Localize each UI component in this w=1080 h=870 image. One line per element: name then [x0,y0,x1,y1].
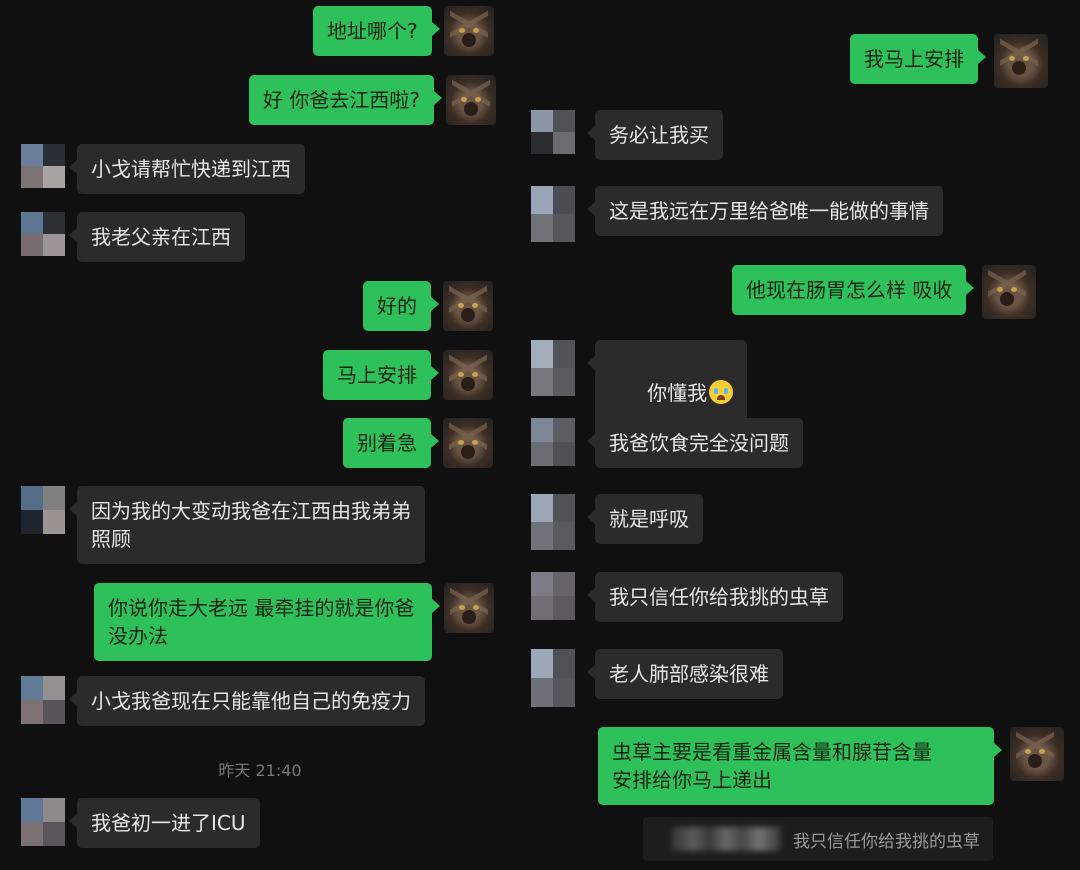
message-row: 小戈我爸现在只能靠他自己的免疫力 [21,676,425,726]
my-avatar[interactable] [443,281,493,331]
my-avatar[interactable] [444,583,494,633]
contact-avatar[interactable] [531,649,575,707]
message-row: 就是呼吸 [531,494,703,550]
message-bubble[interactable]: 马上安排 [323,350,439,400]
message-row: 我爸初一进了ICU [21,798,260,848]
quoted-text: 我只信任你给我挑的虫草 [793,831,980,852]
message-bubble[interactable]: 我只信任你给我挑的虫草 [587,572,843,622]
my-avatar[interactable] [445,75,496,125]
message-row: 别着急 [343,418,493,468]
message-row: 我老父亲在江西 [21,212,245,262]
contact-avatar[interactable] [21,212,65,256]
message-bubble[interactable]: 因为我的大变动我爸在江西由我弟弟 照顾 [69,486,425,564]
message-bubble[interactable]: 虫草主要是看重金属含量和腺苷含量 安排给你马上递出 [598,727,1002,805]
message-row: 我只信任你给我挑的虫草 [531,572,843,622]
my-avatar[interactable] [982,265,1037,319]
quoted-reply[interactable]: 我只信任你给我挑的虫草 [643,817,993,861]
contact-avatar[interactable] [531,186,575,242]
my-avatar[interactable] [443,418,493,468]
my-avatar[interactable] [443,350,493,400]
message-bubble[interactable]: 好 你爸去江西啦? [249,75,442,125]
message-row: 他现在肠胃怎么样 吸收 [732,265,1037,319]
message-row: 好 你爸去江西啦? [249,75,496,125]
message-bubble[interactable]: 就是呼吸 [587,494,703,544]
timestamp: 昨天 21:40 [218,761,302,780]
contact-avatar[interactable] [531,494,575,550]
my-avatar[interactable] [443,6,494,56]
contact-avatar[interactable] [531,110,575,154]
message-bubble[interactable]: 小戈请帮忙快递到江西 [69,144,305,194]
message-row: 马上安排 [323,350,493,400]
contact-avatar[interactable] [21,144,65,188]
crying-face-icon [709,380,734,404]
message-row: 我爸饮食完全没问题 [531,418,803,468]
my-avatar[interactable] [1010,727,1064,781]
message-row: 因为我的大变动我爸在江西由我弟弟 照顾 [21,486,425,564]
message-bubble[interactable]: 我爸饮食完全没问题 [587,418,803,468]
message-row: 好的 [363,281,493,331]
message-row: 虫草主要是看重金属含量和腺苷含量 安排给你马上递出 [598,727,1064,805]
message-bubble[interactable]: 地址哪个? [313,6,440,56]
message-bubble[interactable]: 好的 [363,281,439,331]
blurred-name [671,827,781,851]
contact-avatar[interactable] [531,340,575,396]
contact-avatar[interactable] [21,676,65,724]
message-row: 这是我远在万里给爸唯一能做的事情 [531,186,943,242]
right-chat-column: 我马上安排 务必让我买 这是我远在万里给爸唯一能做的事情 他现在肠胃怎么样 吸收… [525,0,1080,870]
message-row: 我马上安排 [850,34,1048,88]
message-bubble[interactable]: 老人肺部感染很难 [587,649,783,699]
message-row: 你说你走大老远 最牵挂的就是你爸 没办法 [94,583,494,661]
my-avatar[interactable] [994,34,1048,88]
message-row: 老人肺部感染很难 [531,649,783,707]
message-row: 地址哪个? [313,6,494,56]
message-bubble[interactable]: 他现在肠胃怎么样 吸收 [732,265,975,315]
message-bubble[interactable]: 小戈我爸现在只能靠他自己的免疫力 [69,676,425,726]
message-bubble[interactable]: 我爸初一进了ICU [69,798,260,848]
contact-avatar[interactable] [531,418,575,466]
message-bubble[interactable]: 务必让我买 [587,110,723,160]
contact-avatar[interactable] [21,798,65,846]
message-row: 务必让我买 [531,110,723,160]
message-row: 小戈请帮忙快递到江西 [21,144,305,194]
left-chat-column: 地址哪个? 好 你爸去江西啦? 小戈请帮忙快递到江西 我老父亲在江西 好的 马上… [0,0,520,870]
message-bubble[interactable]: 你说你走大老远 最牵挂的就是你爸 没办法 [94,583,440,661]
message-bubble[interactable]: 我老父亲在江西 [69,212,245,262]
contact-avatar[interactable] [21,486,65,534]
message-text: 你懂我 [647,381,708,405]
message-bubble[interactable]: 这是我远在万里给爸唯一能做的事情 [587,186,943,236]
contact-avatar[interactable] [531,572,575,620]
message-bubble[interactable]: 别着急 [343,418,439,468]
message-bubble[interactable]: 我马上安排 [850,34,986,84]
